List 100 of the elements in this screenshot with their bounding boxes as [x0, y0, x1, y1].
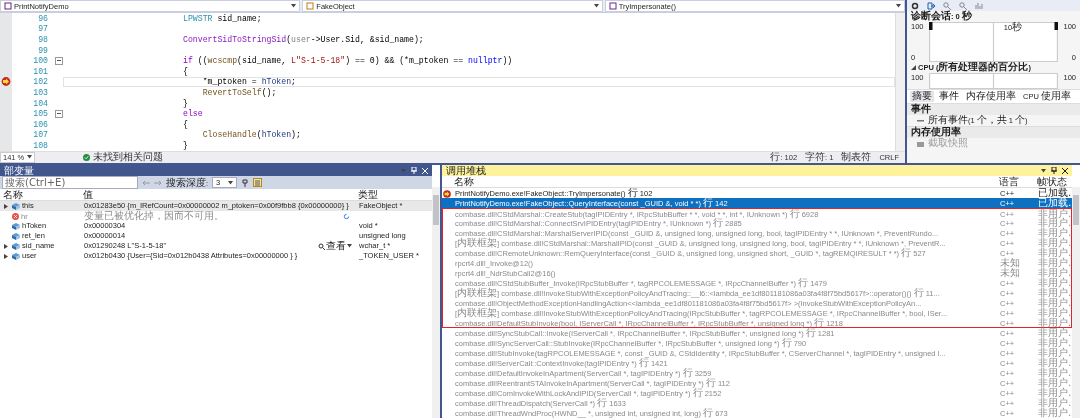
collapse-icon[interactable]: [55, 56, 63, 65]
dropdown-icon[interactable]: [1041, 168, 1046, 173]
pin-icon[interactable]: [241, 178, 250, 187]
frame-status: 非用户…: [1037, 358, 1075, 368]
caret-icon[interactable]: [896, 4, 901, 8]
frame-status: 已加载…: [1037, 188, 1075, 198]
line-number: 105: [32, 109, 48, 119]
event-icon: [917, 119, 924, 122]
frame-status: 非用户…: [1037, 278, 1075, 288]
error-icon: [12, 213, 19, 220]
expand-arrow-icon[interactable]: [4, 253, 8, 259]
variable-icon: [12, 232, 20, 240]
variable-icon: [12, 252, 20, 260]
caret-icon[interactable]: [593, 4, 599, 8]
settings-icon[interactable]: [911, 1, 919, 10]
variable-icon: [12, 202, 20, 210]
line-number: 101: [32, 66, 48, 76]
column-header[interactable]: 值: [80, 189, 355, 200]
scrollbar[interactable]: [432, 187, 440, 418]
line-number: 99: [37, 45, 48, 55]
expand-arrow-icon[interactable]: [4, 243, 8, 249]
frame-status: 非用户…: [1037, 258, 1075, 268]
collapse-icon[interactable]: [911, 65, 916, 70]
frame-status: 非用户…: [1037, 388, 1075, 398]
export-icon[interactable]: [927, 1, 935, 10]
frame-status: 非用户…: [1037, 408, 1075, 418]
caret-icon: [347, 244, 352, 248]
camera-icon: [917, 140, 924, 147]
code-line: {: [182, 66, 188, 76]
code-line: {: [182, 119, 188, 129]
frame-status: 非用户…: [1037, 268, 1075, 278]
column-header[interactable]: 名称: [0, 189, 80, 200]
variable-icon: [12, 222, 20, 230]
line-number: 96: [37, 13, 48, 23]
frame-status: 非用户…: [1037, 209, 1075, 219]
column-header[interactable]: 名称: [451, 176, 996, 187]
section-header: 事件: [907, 103, 1080, 115]
frame-status: 已加载…: [1037, 198, 1075, 208]
tab[interactable]: 内存使用率: [964, 91, 1018, 102]
pin-icon[interactable]: [1051, 167, 1057, 174]
search-icon: [318, 242, 325, 250]
line-number: 97: [37, 24, 48, 34]
visualizer-button[interactable]: 查看: [318, 241, 352, 251]
expand-arrow-icon[interactable]: [4, 203, 8, 209]
variable-value: 变量已被优化掉，因而不可用。: [84, 211, 224, 222]
project-icon: [4, 2, 12, 10]
column-header[interactable]: 语言: [996, 176, 1034, 187]
panel-title: 部变量: [4, 165, 34, 176]
code-line: ConvertSidToStringSid(user->User.Sid, &sid_name);: [182, 35, 424, 44]
tab[interactable]: 事件: [937, 91, 961, 102]
caret-icon[interactable]: [228, 180, 234, 185]
frame-status: 非用户…: [1037, 318, 1075, 328]
code-line: }: [182, 140, 188, 150]
line-number: 100: [32, 56, 48, 66]
frame-status: 非用户…: [1037, 308, 1075, 318]
frame-status: 非用户…: [1037, 298, 1075, 308]
code-line: RevertToSelf();: [201, 87, 277, 97]
section-header: 内存使用率: [907, 126, 1080, 138]
frame-status: 非用户…: [1037, 368, 1075, 378]
line-number: 103: [32, 87, 48, 97]
search-field[interactable]: 搜索(Ctrl+E): [2, 176, 138, 189]
code-line: *m_ptoken = hToken;: [201, 77, 297, 87]
scrollbar[interactable]: [1072, 187, 1080, 418]
class-icon: [306, 2, 315, 10]
frame-status: 非用户…: [1037, 378, 1075, 388]
frame-status: 非用户…: [1037, 288, 1075, 298]
check-icon: [83, 153, 91, 161]
line-number: 106: [32, 119, 48, 129]
code-line: }: [182, 98, 188, 108]
language-cell-text: 未知: [999, 268, 1021, 279]
code-line: LPWSTR sid_name;: [182, 13, 262, 23]
line-number: 108: [32, 140, 48, 150]
refresh-icon[interactable]: [343, 213, 350, 220]
zoom-in-icon[interactable]: [943, 1, 951, 10]
line-number: 98: [37, 35, 48, 44]
tab[interactable]: 摘要: [910, 91, 934, 102]
indent-mode[interactable]: 制表符: [841, 152, 872, 163]
method-icon: [608, 2, 617, 10]
collapse-icon[interactable]: [55, 109, 63, 118]
close-icon[interactable]: [1062, 167, 1068, 174]
line-number: 102: [32, 77, 48, 87]
frame-status: 非用户…: [1037, 348, 1075, 358]
frame-status: 非用户…: [1037, 218, 1075, 228]
frame-status: 非用户…: [1037, 338, 1075, 348]
frame-status: 非用户…: [1037, 228, 1075, 238]
frame-status: 非用户…: [1037, 238, 1075, 248]
column-header[interactable]: 帧状态: [1034, 176, 1074, 187]
issues-status[interactable]: 未找到相关问题: [93, 152, 164, 163]
line-number: 107: [32, 130, 48, 140]
zoom-out-icon[interactable]: [959, 1, 967, 10]
scrollbar[interactable]: [895, 13, 905, 151]
variable-icon: [12, 242, 20, 250]
code-line: else: [182, 109, 203, 119]
caret-icon[interactable]: [27, 155, 33, 160]
code-line: if ((wcscmp(sid_name, L"S-1-5-18") == 0) && (*m_ptoken == nullptr)): [182, 56, 513, 66]
caret-icon[interactable]: [291, 4, 297, 8]
frame-status: 非用户…: [1037, 398, 1075, 408]
column-header[interactable]: 类型: [355, 189, 430, 200]
panel-title: 调用堆栈: [446, 165, 486, 176]
line-number: 104: [32, 98, 48, 108]
